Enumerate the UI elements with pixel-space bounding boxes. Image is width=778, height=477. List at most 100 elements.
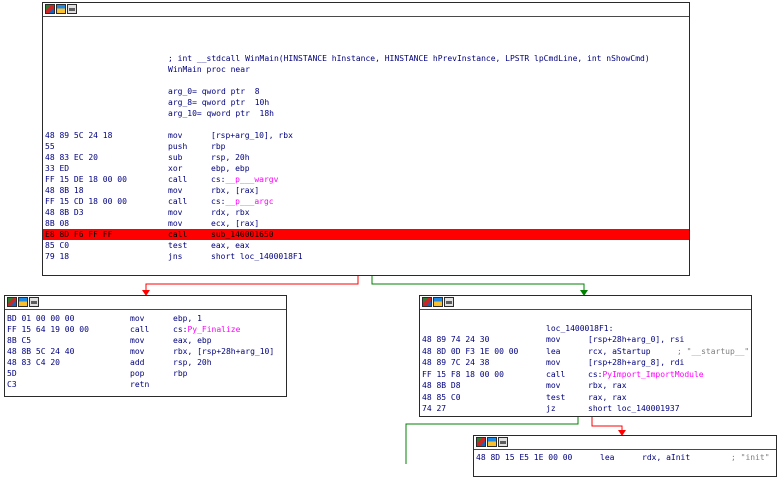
operands: rdx, rbx: [211, 207, 250, 218]
mnemonic: xor: [168, 164, 183, 173]
graph-color-icon[interactable]: [45, 4, 55, 14]
node-title-bar[interactable]: [43, 3, 689, 17]
node-title-bar[interactable]: [420, 296, 751, 310]
opcode-bytes: 48 8B D3: [45, 208, 84, 217]
import-name[interactable]: PyImport_ImportModule: [602, 370, 703, 379]
operand-text: rsp, 20h: [173, 358, 212, 367]
import-name[interactable]: __p___wargv: [225, 175, 278, 184]
graph-image-icon[interactable]: [56, 4, 66, 14]
asm-line[interactable]: 48 8B 5C 24 40 mov rbx, [rsp+28h+arg_10]: [5, 346, 286, 357]
opcode-bytes: 48 83 EC 20: [45, 153, 98, 162]
asm-line[interactable]: 48 8B D3 mov rdx, rbx: [43, 207, 689, 218]
asm-line[interactable]: 48 89 74 24 30 mov [rsp+28h+arg_0], rsi: [420, 334, 751, 345]
operands: [rsp+28h+arg_0], rsi: [588, 334, 684, 345]
mnemonic: mov: [168, 186, 183, 195]
operand-text: rsp, 20h: [211, 153, 250, 162]
mnemonic: mov: [546, 381, 561, 390]
mnemonic: call: [168, 175, 188, 184]
operands: rsp, 20h: [173, 357, 212, 368]
operands: eax, ebp: [173, 335, 212, 346]
asm-line[interactable]: 5D pop rbp: [5, 368, 286, 379]
asm-line[interactable]: 48 89 7C 24 38 mov [rsp+28h+arg_8], rdi: [420, 357, 751, 368]
asm-line[interactable]: FF 15 F8 18 00 00 call cs:PyImport_ImportM…: [420, 369, 751, 380]
operands: rbx, [rax]: [211, 185, 259, 196]
asm-line-selected[interactable]: E8 8D F6 FF FF call sub_140001650: [43, 229, 689, 240]
opcode-bytes: 48 8B 18: [45, 186, 84, 195]
asm-line[interactable]: FF 15 CD 18 00 00 call cs:__p___argc: [43, 196, 689, 207]
asm-line[interactable]: C3 retn: [5, 379, 286, 390]
asm-line[interactable]: 48 83 EC 20 sub rsp, 20h: [43, 152, 689, 163]
import-name[interactable]: __p___argc: [225, 197, 273, 206]
mnemonic: mov: [130, 314, 145, 323]
opcode-bytes: 48 8B D8: [422, 381, 461, 390]
node-title-bar[interactable]: [474, 436, 776, 450]
asm-line[interactable]: 48 83 C4 20 add rsp, 20h: [5, 357, 286, 368]
graph-window-icon[interactable]: [498, 437, 508, 447]
operand-text: rdx, aInit: [642, 453, 691, 462]
opcode-bytes: FF 15 CD 18 00 00: [45, 197, 127, 206]
graph-color-icon[interactable]: [422, 297, 432, 307]
node-title-bar[interactable]: [5, 296, 286, 310]
operands: rbx, [rsp+28h+arg_10]: [173, 346, 274, 357]
asm-line[interactable]: 48 8B D8 mov rbx, rax: [420, 380, 751, 391]
mnemonic: retn: [130, 380, 150, 389]
edge-loc18f1-to-init: [591, 416, 623, 436]
opcode-bytes: BD 01 00 00 00: [7, 314, 75, 323]
mnemonic: jns: [168, 252, 183, 261]
graph-color-icon[interactable]: [7, 297, 17, 307]
asm-line[interactable]: FF 15 DE 18 00 00 call cs:__p___wargv: [43, 174, 689, 185]
operands: rdx, aInit: [642, 452, 690, 463]
edge-winmain-to-loc18f1: [371, 275, 585, 296]
graph-color-icon[interactable]: [476, 437, 486, 447]
opcode-bytes: 8B C5: [7, 336, 32, 345]
asm-line[interactable]: 48 8D 15 E5 1E 00 00 lea rdx, aInit ; "init…: [474, 452, 776, 463]
opcode-bytes: 8B 08: [45, 219, 70, 228]
header-line: arg_0= qword ptr 8: [168, 87, 260, 96]
operand-text: cs:: [173, 325, 188, 334]
operands: rbx, rax: [588, 380, 627, 391]
mnemonic: mov: [130, 347, 145, 356]
opcode-bytes: 79 18: [45, 252, 70, 261]
graph-window-icon[interactable]: [29, 297, 39, 307]
asm-line[interactable]: 79 18 jns short loc_1400018F1: [43, 251, 689, 262]
asm-line[interactable]: 55 push rbp: [43, 141, 689, 152]
asm-line[interactable]: BD 01 00 00 00 mov ebp, 1: [5, 313, 286, 324]
operand-text: rdx, rbx: [211, 208, 250, 217]
operands: rsp, 20h: [211, 152, 250, 163]
node-finalize[interactable]: BD 01 00 00 00 mov ebp, 1 FF 15 64 19 00 00…: [4, 295, 287, 397]
asm-line[interactable]: 85 C0 test eax, eax: [43, 240, 689, 251]
asm-line[interactable]: 48 85 C0 test rax, rax: [420, 392, 751, 403]
graph-window-icon[interactable]: [67, 4, 77, 14]
asm-line[interactable]: 74 27 jz short loc_140001937: [420, 403, 751, 414]
opcode-bytes: 48 89 7C 24 38: [422, 358, 490, 367]
header-line: WinMain proc near: [168, 65, 250, 74]
opcode-bytes: FF 15 64 19 00 00: [7, 325, 89, 334]
operands: short loc_140001937: [588, 403, 680, 414]
asm-line[interactable]: 48 8D 0D F3 1E 00 00 lea rcx, aStartup ; "_…: [420, 346, 751, 357]
node-init[interactable]: 48 8D 15 E5 1E 00 00 lea rdx, aInit ; "init…: [473, 435, 777, 477]
graph-window-icon[interactable]: [444, 297, 454, 307]
opcode-bytes: 48 85 C0: [422, 392, 461, 402]
operand-text: [rsp+28h+arg_0], rsi: [588, 335, 685, 344]
asm-line[interactable]: 8B 08 mov ecx, [rax]: [43, 218, 689, 229]
graph-image-icon[interactable]: [487, 437, 497, 447]
asm-line[interactable]: 48 89 5C 24 18 mov [rsp+arg_10], rbx: [43, 130, 689, 141]
mnemonic: lea: [600, 453, 615, 462]
asm-line[interactable]: 33 ED xor ebp, ebp: [43, 163, 689, 174]
asm-line[interactable]: 48 8B 18 mov rbx, [rax]: [43, 185, 689, 196]
operand-text: eax, eax: [211, 241, 250, 250]
opcode-bytes: E8 8D F6 FF FF: [45, 230, 113, 239]
graph-image-icon[interactable]: [18, 297, 28, 307]
operands: [rsp+arg_10], rbx: [211, 130, 293, 141]
asm-line[interactable]: 8B C5 mov eax, ebp: [5, 335, 286, 346]
mnemonic: lea: [546, 346, 561, 356]
node-loc18f1[interactable]: loc_1400018F1: 48 89 74 24 30 mov [rsp+28h+…: [419, 295, 752, 417]
mnemonic: test: [546, 392, 566, 402]
node-winmain[interactable]: ; int __stdcall WinMain(HINSTANCE hInsta…: [42, 2, 690, 276]
asm-line[interactable]: FF 15 64 19 00 00 call cs:Py_Finalize: [5, 324, 286, 335]
import-name[interactable]: Py_Finalize: [187, 325, 240, 334]
graph-image-icon[interactable]: [433, 297, 443, 307]
edge-winmain-to-finalize: [145, 275, 359, 296]
opcode-bytes: FF 15 DE 18 00 00: [45, 175, 127, 184]
opcode-bytes: 48 89 5C 24 18: [45, 131, 113, 140]
